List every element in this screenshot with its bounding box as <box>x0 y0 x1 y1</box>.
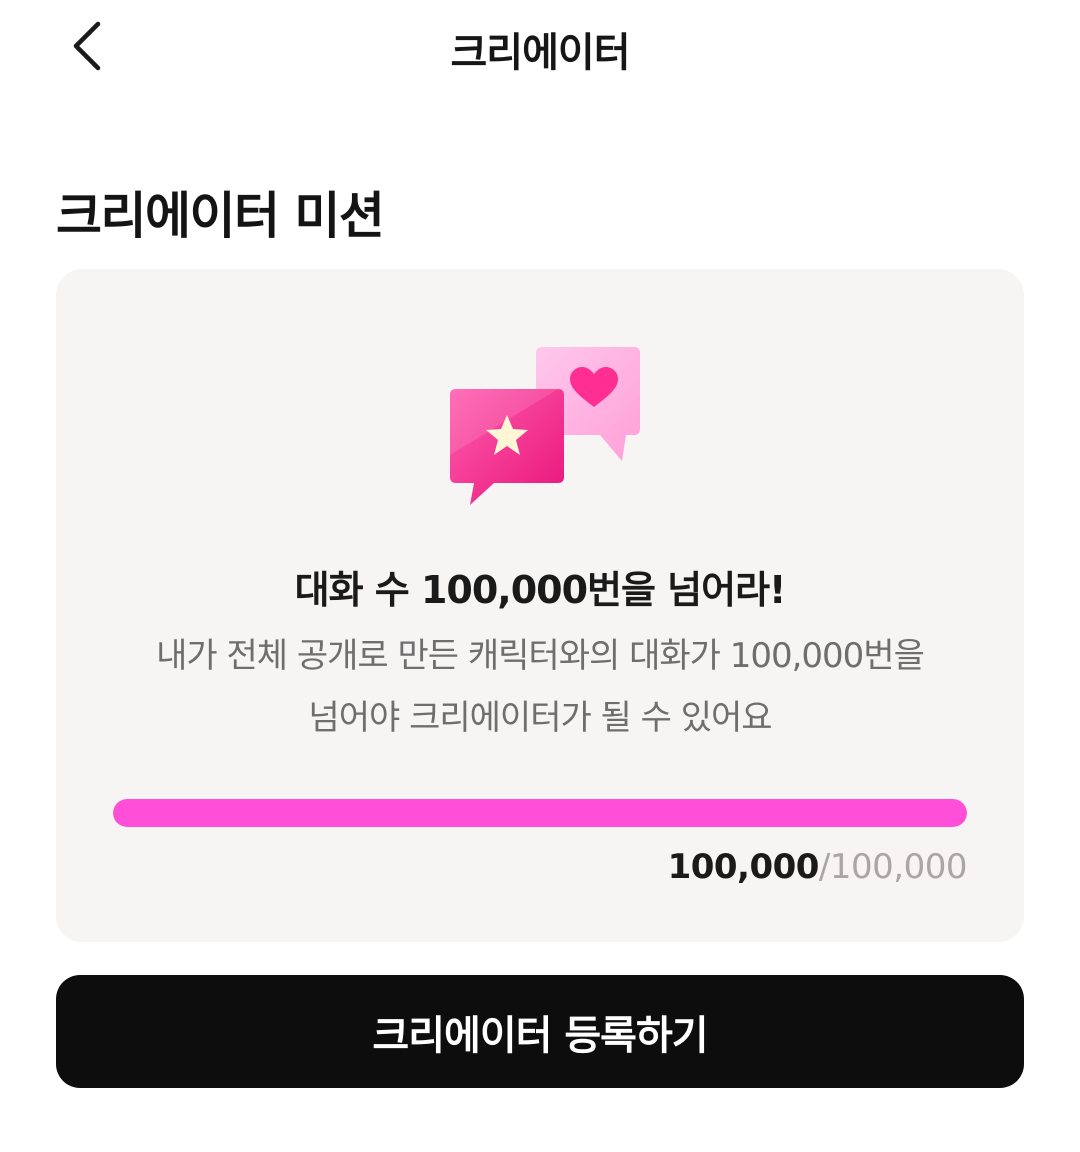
progress-goal: 100,000 <box>829 847 968 887</box>
progress-bar <box>113 799 967 827</box>
app-bar: 크리에이터 <box>0 0 1080 92</box>
progress-current: 100,000 <box>667 847 820 887</box>
mission-card: 대화 수 100,000번을 넘어라! 내가 전체 공개로 만든 캐릭터와의 대… <box>56 269 1024 942</box>
section-title: 크리에이터 미션 <box>56 187 385 245</box>
page-title: 크리에이터 <box>450 30 631 76</box>
register-creator-button[interactable]: 크리에이터 등록하기 <box>56 975 1024 1088</box>
mission-description: 내가 전체 공개로 만든 캐릭터와의 대화가 100,000번을 넘어야 크리에… <box>156 636 925 738</box>
register-button-label: 크리에이터 등록하기 <box>372 1012 708 1059</box>
mission-title: 대화 수 100,000번을 넘어라! <box>294 568 787 612</box>
progress-fill <box>113 799 967 827</box>
progress-count: 100,000/100,000 <box>667 847 968 887</box>
progress-separator: / <box>818 847 830 887</box>
chat-bubbles-star-heart-icon <box>436 345 646 515</box>
